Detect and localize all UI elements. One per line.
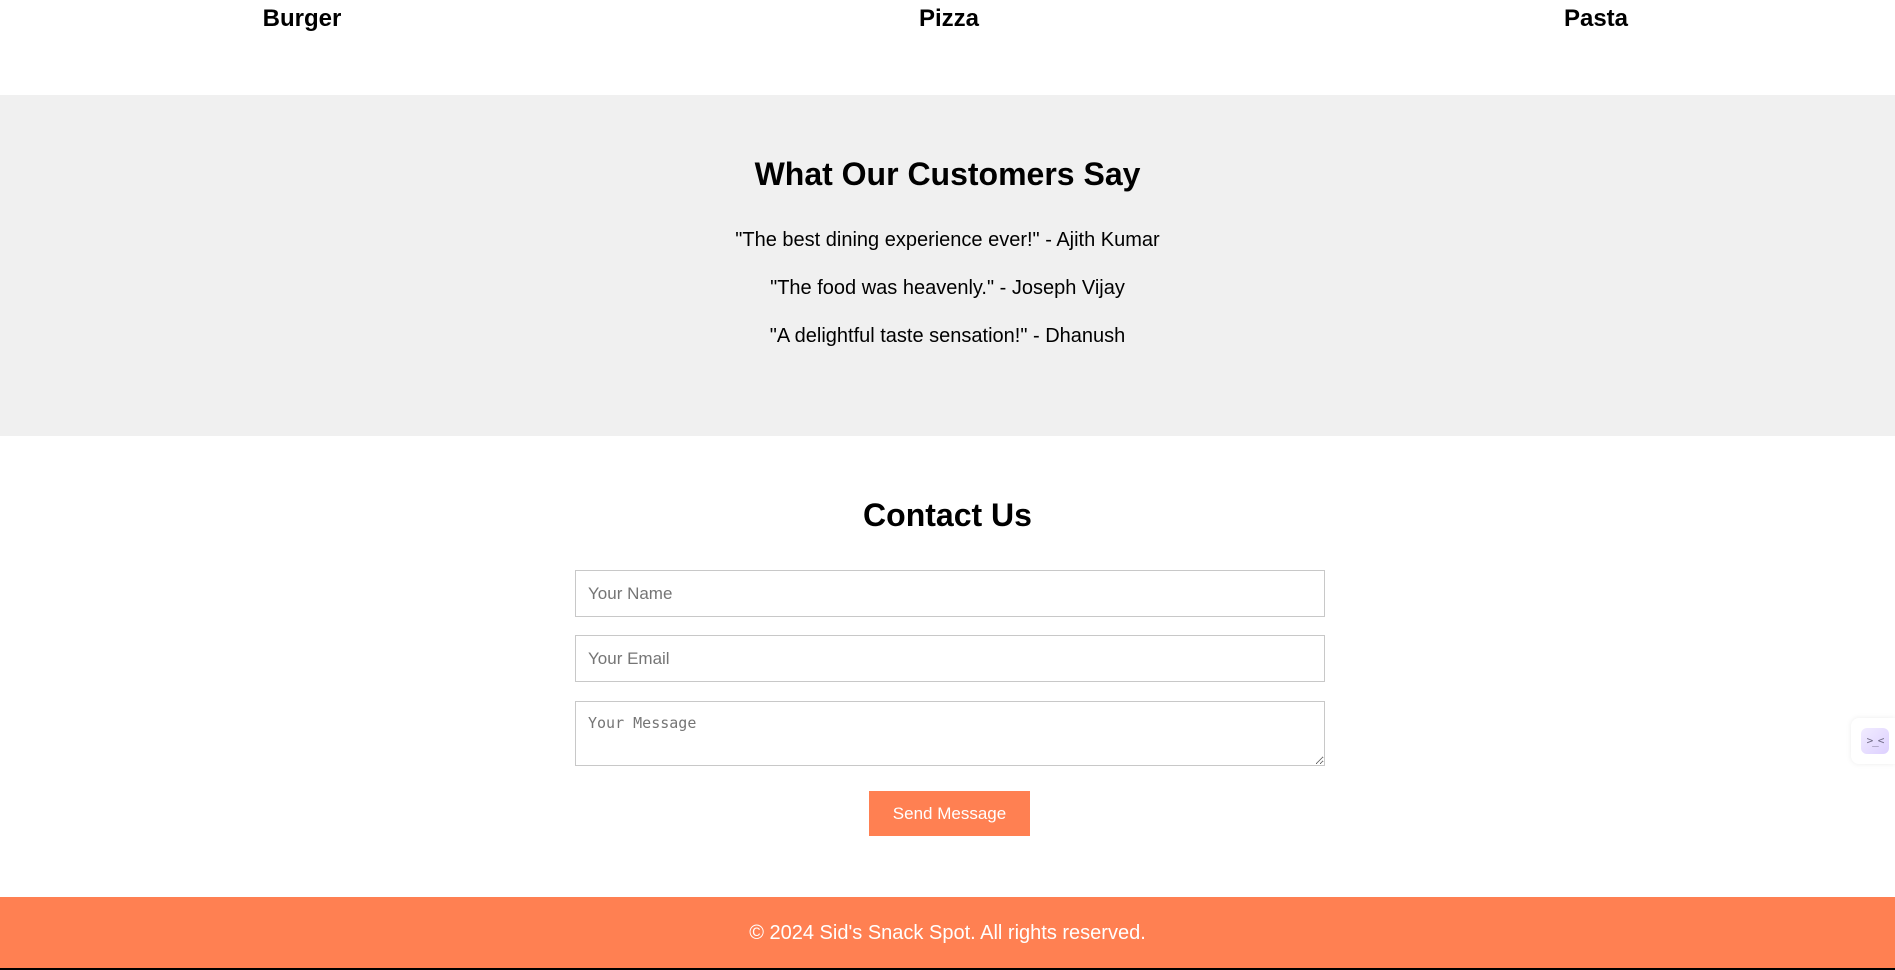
message-textarea[interactable] (575, 701, 1325, 766)
testimonial-item: "A delightful taste sensation!" - Dhanus… (769, 325, 1126, 347)
footer: © 2024 Sid's Snack Spot. All rights rese… (0, 897, 1895, 970)
terminal-face-icon: >_< (1861, 728, 1889, 754)
contact-title: Contact Us (863, 497, 1032, 533)
side-widget-button[interactable]: >_< (1851, 718, 1895, 764)
page: Burger Pizza Pasta What Our Customers Sa… (0, 0, 1895, 970)
testimonials-title: What Our Customers Say (754, 156, 1141, 192)
copyright-text: © 2024 Sid's Snack Spot. All rights rese… (749, 922, 1146, 944)
menu-item-pasta: Pasta (1563, 5, 1629, 32)
send-message-button[interactable]: Send Message (869, 791, 1030, 836)
testimonials-section: What Our Customers Say "The best dining … (0, 95, 1895, 436)
testimonial-item: "The food was heavenly." - Joseph Vijay (770, 277, 1125, 299)
menu-items-row: Burger Pizza Pasta (0, 0, 1895, 95)
testimonial-item: "The best dining experience ever!" - Aji… (735, 229, 1160, 251)
email-input[interactable] (575, 635, 1325, 682)
name-input[interactable] (575, 570, 1325, 617)
menu-item-pizza: Pizza (918, 5, 980, 32)
contact-section: Contact Us Send Message (0, 436, 1895, 897)
menu-item-burger: Burger (262, 5, 342, 32)
